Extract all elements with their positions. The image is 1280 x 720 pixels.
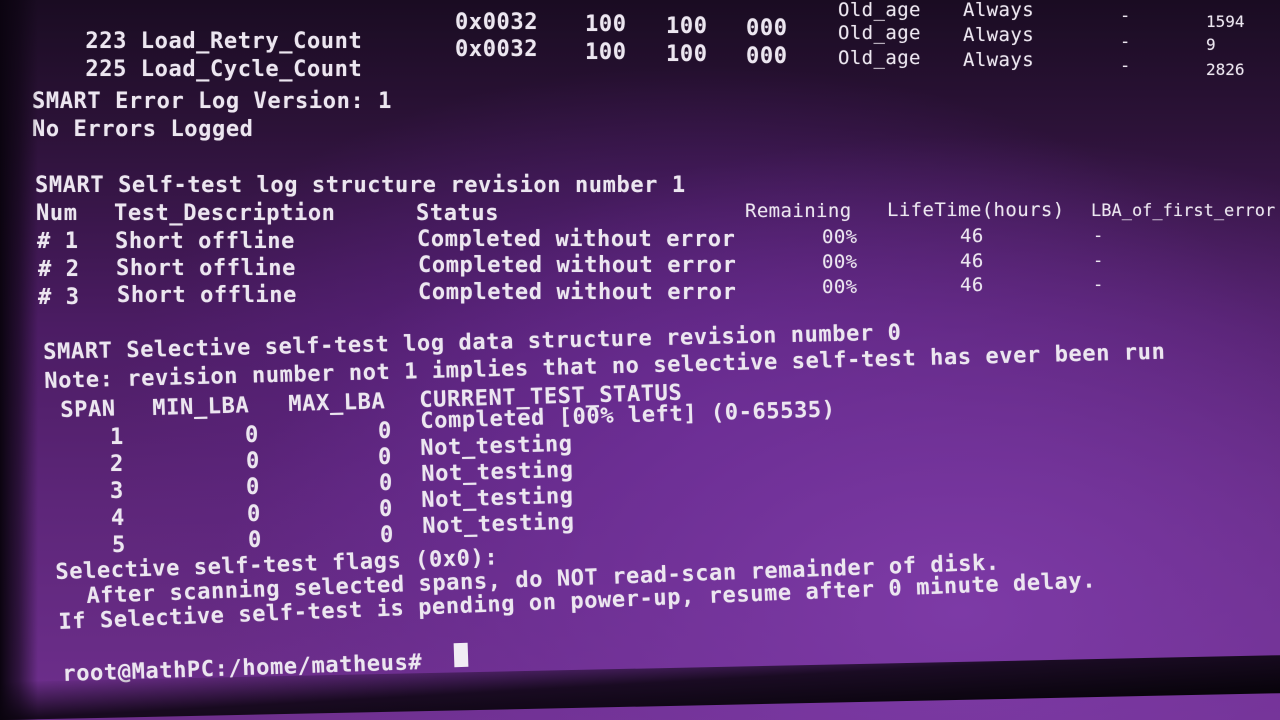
selftest-row-desc: Short offline [116, 256, 296, 281]
selftest-row-lifetime: 46 [960, 274, 984, 296]
selftest-col-num: Num [36, 201, 78, 226]
selective-row-min: 0 [245, 423, 259, 448]
attr-type: Old_age [838, 0, 921, 21]
attr-thresh: 000 [746, 44, 788, 69]
selftest-row-desc: Short offline [115, 229, 295, 254]
selftest-row-lifetime: 46 [960, 250, 984, 272]
attr-thresh: 000 [746, 16, 788, 41]
selective-row-status: Not_testing [420, 431, 573, 461]
selftest-row-lba: - [1093, 275, 1104, 295]
selective-row-max: 0 [379, 497, 393, 522]
attr-when-failed: - [1120, 6, 1131, 26]
error-log-version: SMART Error Log Version: 1 [32, 89, 392, 114]
attr-updated: Always [963, 49, 1035, 71]
selftest-row-num: # 3 [38, 285, 80, 310]
selective-col-max: MAX_LBA [288, 389, 386, 417]
attr-raw: 9 [1206, 35, 1216, 54]
selftest-row-desc: Short offline [117, 283, 297, 308]
selftest-row-lba: - [1093, 226, 1104, 246]
attr-raw-prev: 1594 [1206, 12, 1245, 31]
terminal-window[interactable]: 223 Load_Retry_Count 0x0032 100 100 000 … [0, 0, 1280, 720]
selftest-row-remaining: 00% [822, 276, 858, 298]
selftest-row-num: # 2 [38, 257, 80, 282]
selftest-row-remaining: 00% [822, 251, 858, 273]
selective-row-span: 3 [110, 479, 124, 504]
selective-row-span: 5 [112, 533, 126, 558]
selective-row-max: 0 [378, 445, 392, 470]
selftest-row-lifetime: 46 [960, 225, 984, 247]
selective-row-span: 2 [110, 452, 124, 477]
attr-flag: 0x0032 [455, 10, 539, 35]
no-errors-logged: No Errors Logged [32, 117, 254, 142]
selftest-row-num: # 1 [37, 229, 79, 254]
selective-row-span: 1 [110, 425, 124, 450]
selftest-row-status: Completed without error [418, 253, 737, 278]
selftest-col-desc: Test_Description [114, 201, 336, 226]
monitor-bezel-left [0, 0, 38, 720]
attr-value: 100 [585, 12, 627, 37]
attr-name: Load_Cycle_Count [140, 57, 363, 82]
attr-updated: Always [963, 24, 1035, 46]
selective-row-status: Not_testing [421, 457, 574, 487]
attr-worst: 100 [666, 14, 708, 39]
attr-updated: Always [963, 0, 1035, 21]
attr-flag: 0x0032 [455, 37, 539, 62]
attr-when-failed: - [1120, 56, 1131, 76]
attr-type: Old_age [838, 47, 921, 69]
selective-row-min: 0 [246, 449, 260, 474]
attr-id: 225 [85, 57, 127, 82]
selftest-col-remaining: Remaining [745, 200, 852, 222]
selective-row-span: 4 [111, 506, 125, 531]
selective-row-min: 0 [248, 528, 262, 553]
selftest-row-remaining: 00% [822, 226, 858, 248]
selective-row-max: 0 [378, 419, 392, 444]
selective-col-min: MIN_LBA [152, 393, 250, 421]
selftest-log-header: SMART Self-test log structure revision n… [35, 173, 686, 198]
selftest-col-lba: LBA_of_first_error [1091, 201, 1276, 221]
attr-type: Old_age [838, 22, 921, 44]
selftest-row-lba: - [1093, 251, 1104, 271]
selftest-col-lifetime: LifeTime(hours) [887, 199, 1065, 221]
attr-value: 100 [585, 40, 627, 65]
attr-when-failed: - [1120, 32, 1131, 52]
selective-row-max: 0 [379, 471, 393, 496]
selective-row-status: Not_testing [422, 509, 575, 539]
selective-row-max: 0 [380, 523, 394, 548]
text-cursor[interactable] [453, 642, 469, 668]
selective-row-min: 0 [247, 502, 261, 527]
selftest-row-status: Completed without error [417, 227, 736, 252]
attr-raw: 2826 [1206, 60, 1245, 79]
selective-col-span: SPAN [60, 396, 117, 423]
attr-worst: 100 [666, 42, 708, 67]
selftest-row-status: Completed without error [418, 280, 737, 305]
selective-row-status: Not_testing [421, 483, 574, 513]
selftest-col-status: Status [416, 201, 500, 226]
selective-row-min: 0 [246, 475, 260, 500]
